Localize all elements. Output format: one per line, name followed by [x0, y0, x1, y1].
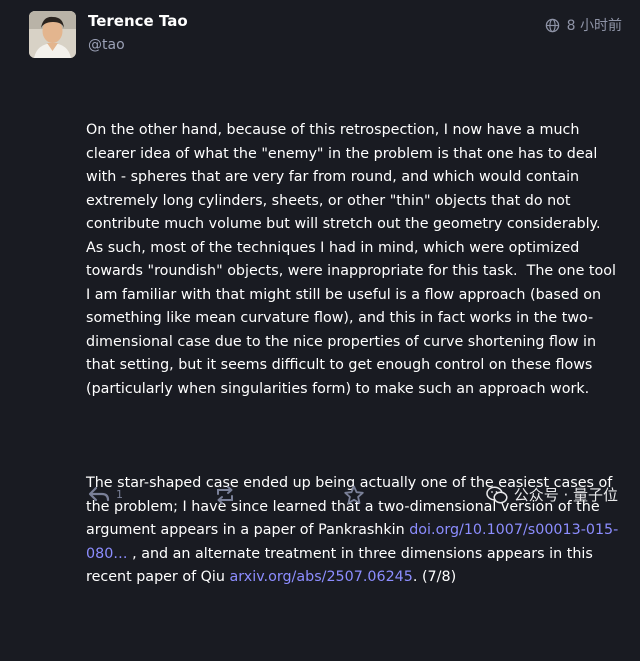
wechat-watermark: 公众号 · 量子位 [485, 484, 618, 505]
post-timestamp[interactable]: 8 小时前 [567, 15, 622, 35]
star-icon [344, 485, 364, 504]
reply-icon [88, 486, 110, 502]
wechat-icon [485, 485, 508, 503]
reply-button[interactable]: 1 [88, 485, 123, 503]
watermark-text: 公众号 · 量子位 [513, 486, 618, 504]
author-handle[interactable]: @tao [88, 37, 125, 53]
globe-icon [545, 18, 559, 32]
author-avatar[interactable] [29, 11, 76, 58]
boost-button[interactable] [214, 485, 236, 505]
post-meta: 8 小时前 [545, 15, 622, 35]
post-paragraph-1: On the other hand, because of this retro… [86, 122, 621, 397]
boost-icon [217, 486, 233, 504]
favourite-button[interactable] [343, 485, 365, 505]
paragraph-2-text-c: . (7/8) [412, 569, 457, 585]
post-card: Terence Tao @tao 8 小时前 On the other hand… [0, 0, 640, 585]
author-name[interactable]: Terence Tao [88, 12, 188, 30]
post-content: On the other hand, because of this retro… [86, 72, 624, 661]
reply-count: 1 [116, 487, 123, 501]
arxiv-link[interactable]: arxiv.org/abs/2507.06245 [230, 569, 413, 585]
avatar-image [29, 11, 76, 58]
